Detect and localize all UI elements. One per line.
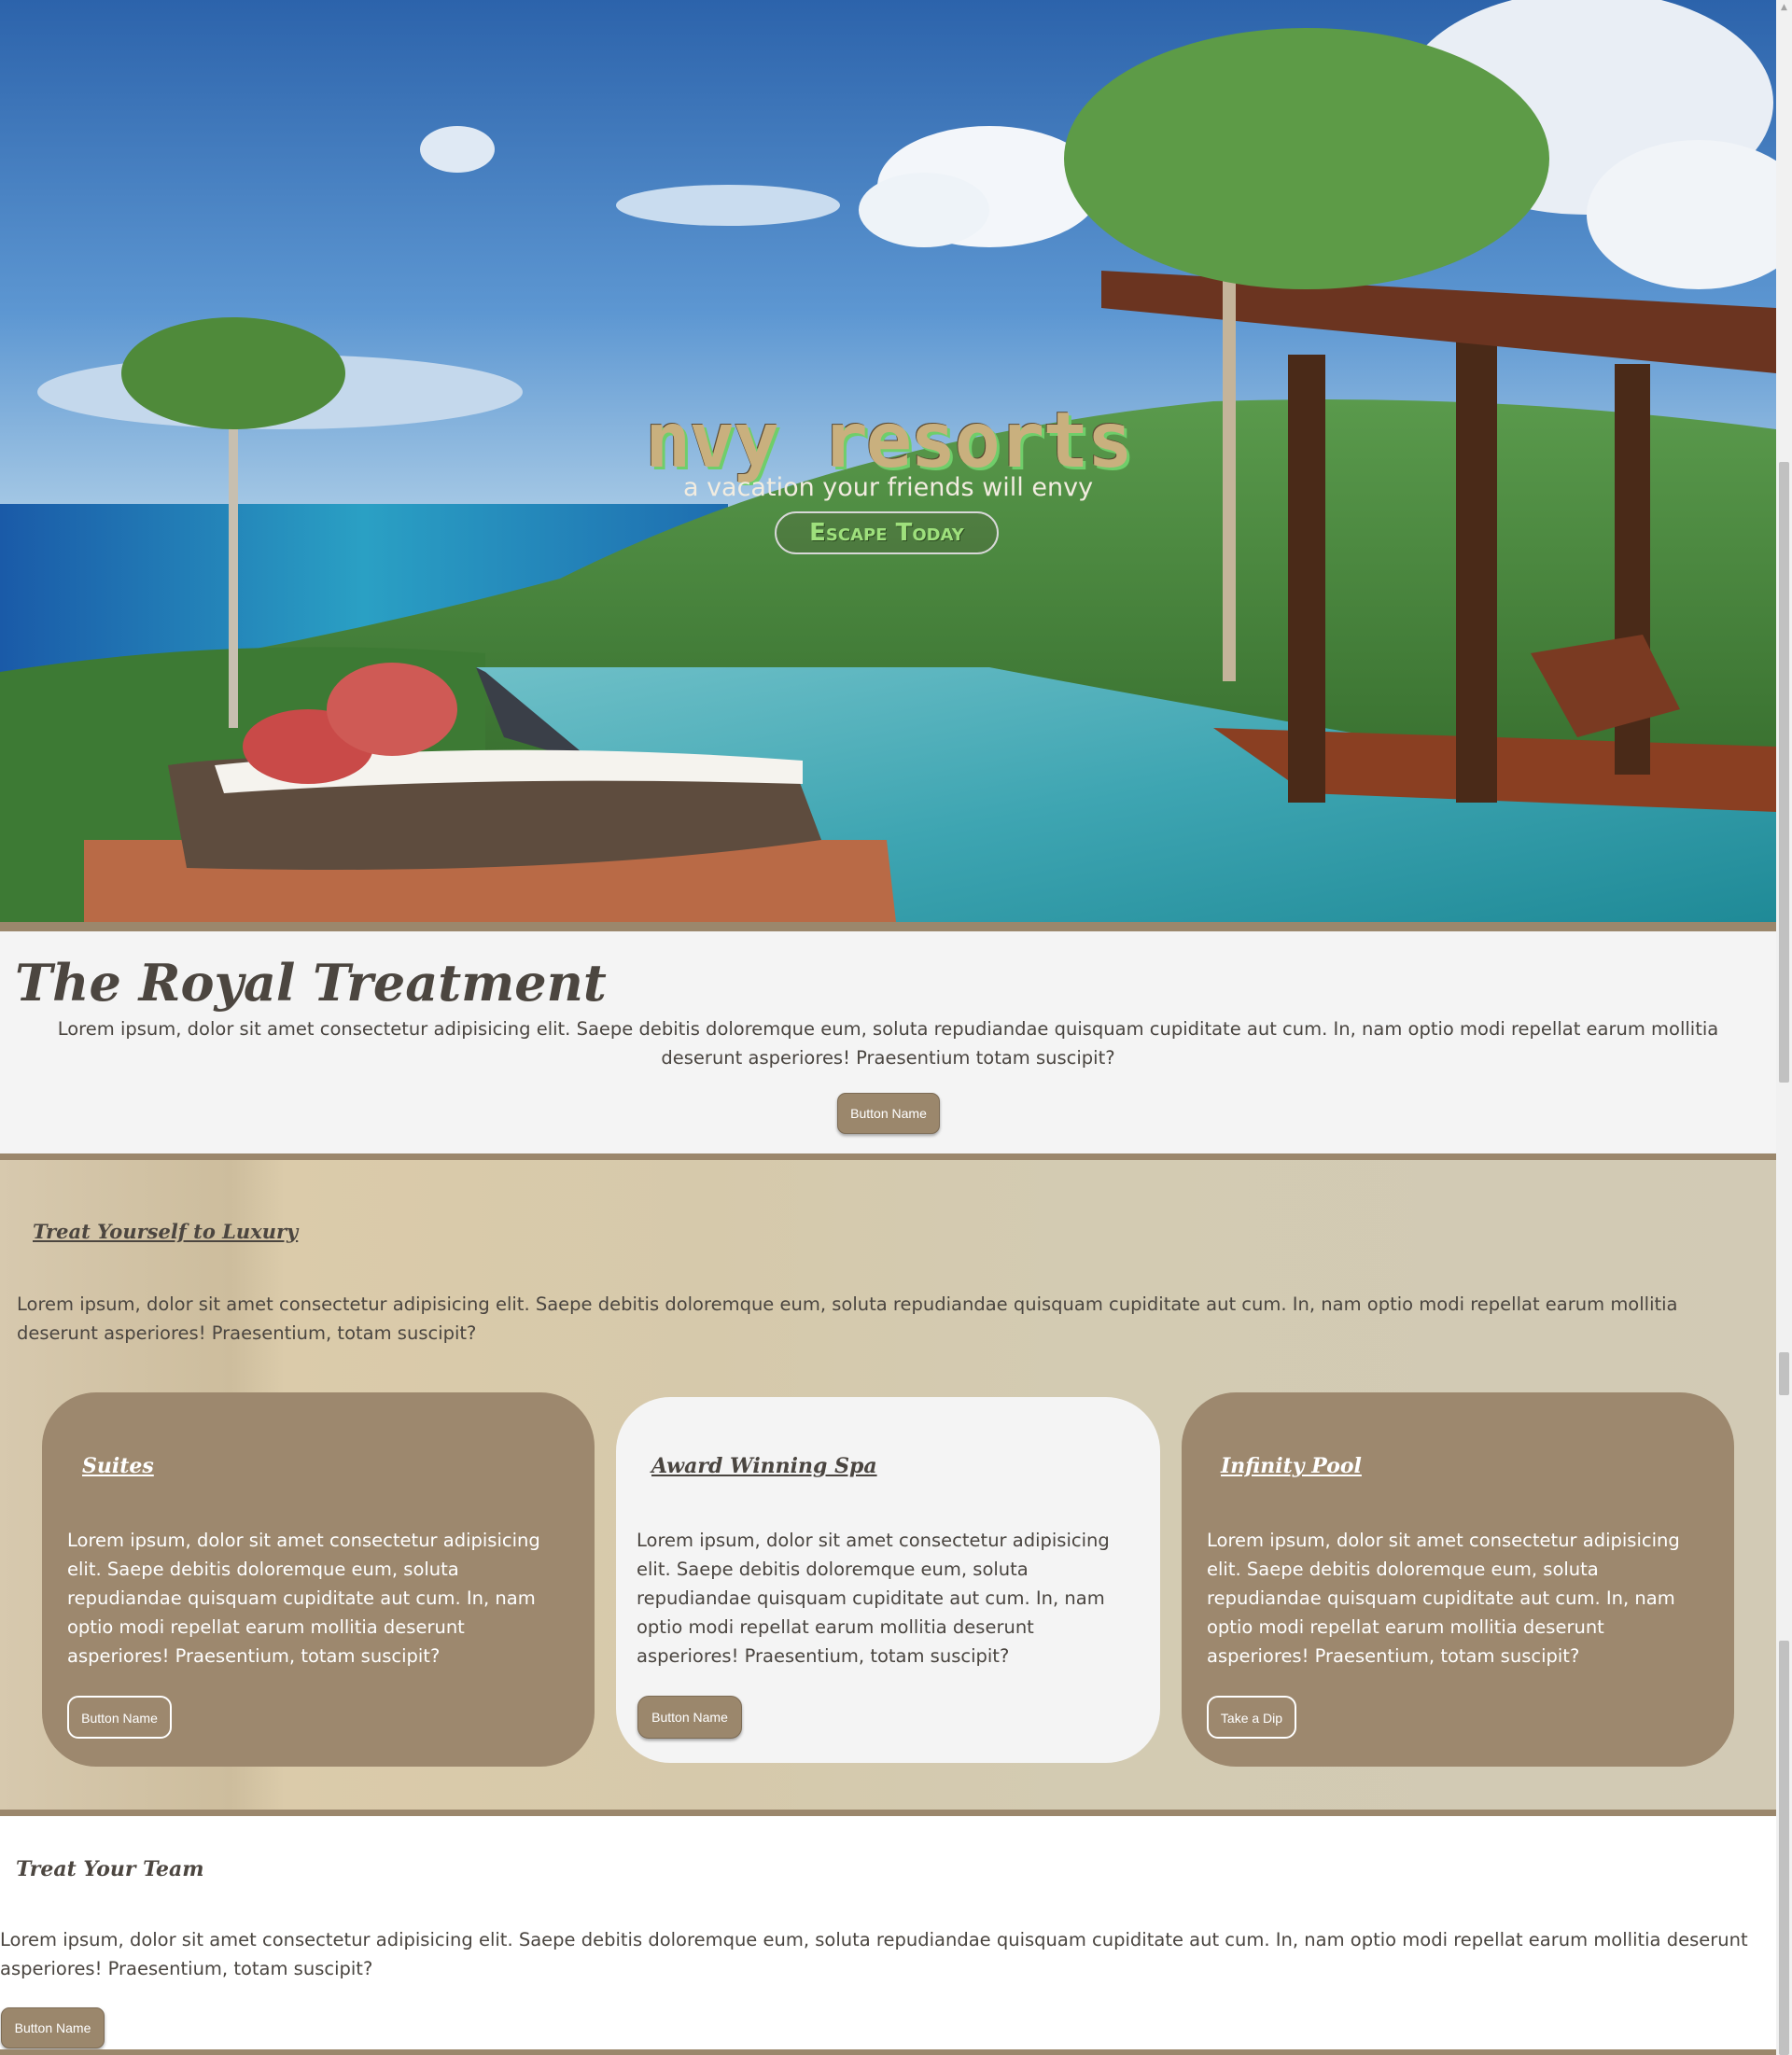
scrollbar-thumb[interactable] [1779,462,1789,1083]
section-text: Lorem ipsum, dolor sit amet consectetur … [17,1293,1678,1344]
scroll-up-arrow-icon[interactable]: ▲ [1776,0,1792,16]
hero-subtitle: a vacation your friends will envy [682,473,1094,502]
royal-button[interactable]: Button Name [837,1093,940,1134]
divider [0,1810,1776,1816]
scrollbar-thumb-marker [1779,1352,1789,1395]
escape-today-button[interactable]: Escape Today [775,511,999,554]
card-text: Lorem ipsum, dolor sit amet consectetur … [67,1530,540,1667]
suites-button[interactable]: Button Name [67,1696,172,1739]
section-title: Treat Yourself to Luxury [33,1220,299,1243]
scrollbar-track-highlight [1779,1641,1789,2055]
team-button[interactable]: Button Name [1,2007,105,2048]
divider [0,2049,1776,2055]
card-suites: Suites Lorem ipsum, dolor sit amet conse… [42,1392,595,1767]
section-title: Treat Your Team [16,1857,204,1881]
page: nvy resorts a vacation your friends will… [0,0,1776,2055]
divider [0,922,1776,931]
take-a-dip-button[interactable]: Take a Dip [1207,1696,1296,1739]
spa-button[interactable]: Button Name [637,1696,742,1739]
luxury-section: Treat Yourself to Luxury Lorem ipsum, do… [0,1160,1776,1810]
team-section: Treat Your Team Lorem ipsum, dolor sit a… [0,1816,1776,2049]
section-text: Lorem ipsum, dolor sit amet consectetur … [0,1929,1748,1979]
card-title: Infinity Pool [1221,1454,1362,1478]
divider [0,1153,1776,1160]
section-text: Lorem ipsum, dolor sit amet consectetur … [57,1018,1719,1069]
hero-banner: nvy resorts a vacation your friends will… [0,0,1776,922]
card-title: Suites [82,1454,154,1478]
card-text: Lorem ipsum, dolor sit amet consectetur … [1207,1530,1680,1667]
card-title: Award Winning Spa [651,1454,877,1478]
card-text: Lorem ipsum, dolor sit amet consectetur … [637,1530,1110,1667]
royal-treatment-section: The Royal Treatment Lorem ipsum, dolor s… [0,931,1776,1153]
section-title: The Royal Treatment [15,953,607,1013]
card-infinity-pool: Infinity Pool Lorem ipsum, dolor sit ame… [1182,1392,1734,1767]
card-spa: Award Winning Spa Lorem ipsum, dolor sit… [616,1397,1160,1763]
vertical-scrollbar[interactable]: ▲ [1776,0,1792,2055]
